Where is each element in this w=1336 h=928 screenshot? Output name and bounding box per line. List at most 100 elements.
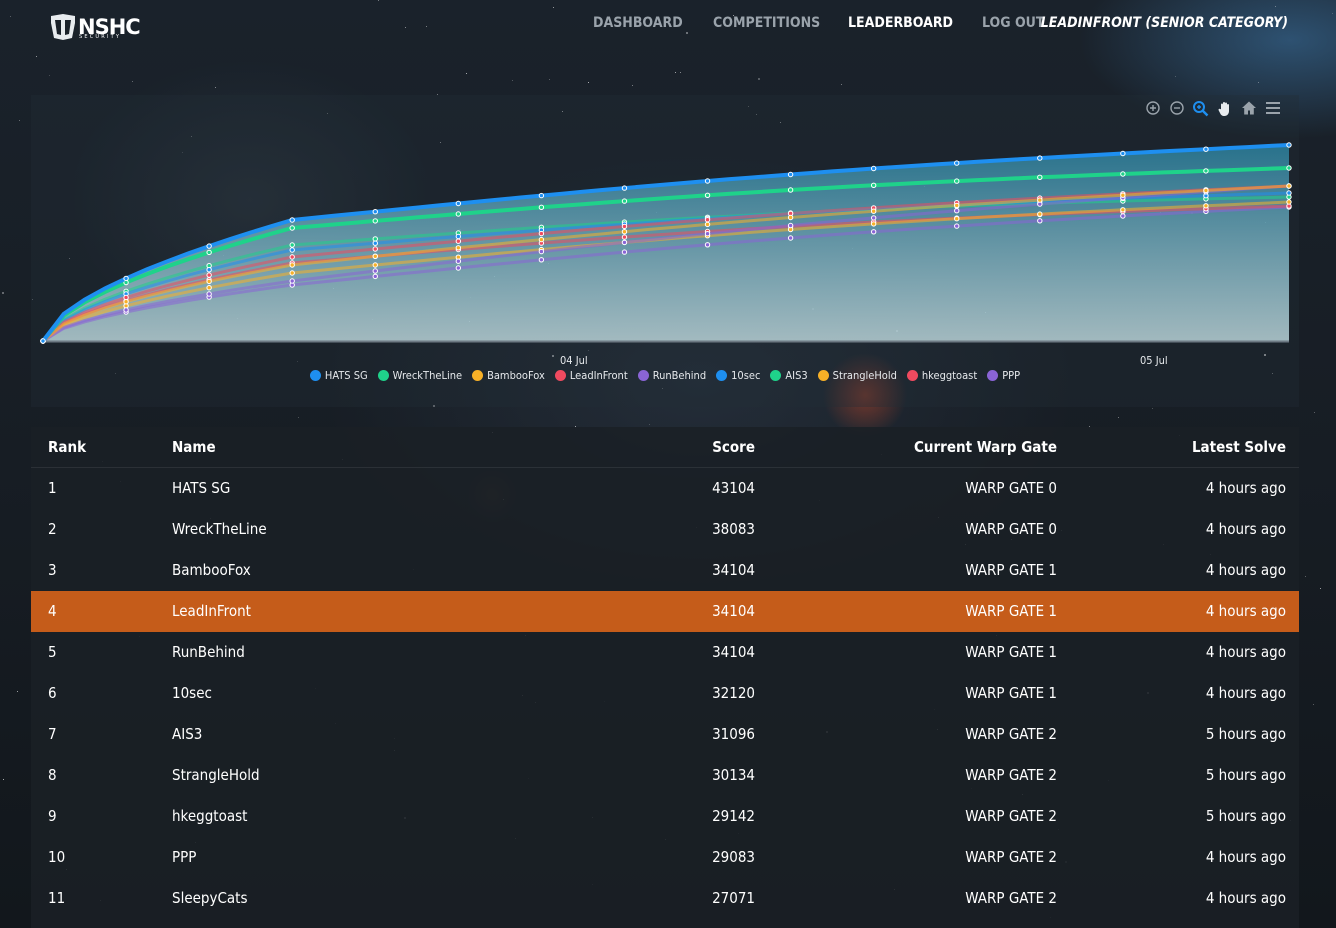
legend-item[interactable]: StrangleHold (817, 369, 897, 382)
team-name-cell[interactable]: 10sec (172, 684, 212, 702)
header-name[interactable]: Name (172, 438, 216, 456)
team-name-cell[interactable]: LeadInFront (172, 602, 251, 620)
legend-item[interactable]: hkeggtoast (906, 369, 977, 382)
series-point[interactable] (704, 178, 711, 184)
series-point[interactable] (206, 285, 212, 291)
header-score[interactable]: Score (712, 438, 755, 456)
series-point[interactable] (621, 223, 628, 230)
series-point[interactable] (372, 218, 378, 224)
series-point[interactable] (289, 278, 295, 284)
series-point[interactable] (455, 245, 462, 251)
series-point[interactable] (289, 270, 295, 276)
series-point[interactable] (954, 216, 960, 222)
team-name-cell[interactable]: WreckTheLine (172, 520, 267, 538)
series-point[interactable] (289, 225, 295, 231)
series-point[interactable] (954, 208, 960, 214)
team-name-cell[interactable]: HATS SG (172, 479, 230, 497)
series-point[interactable] (621, 239, 628, 246)
series-point[interactable] (787, 214, 794, 221)
series-point[interactable] (1203, 168, 1209, 174)
series-point[interactable] (538, 236, 545, 243)
series-point[interactable] (1120, 192, 1126, 198)
series-point[interactable] (1037, 155, 1043, 161)
series-point[interactable] (123, 307, 129, 313)
series-point[interactable] (704, 231, 711, 237)
series-point[interactable] (870, 229, 877, 235)
series-point[interactable] (372, 240, 378, 246)
series-point[interactable] (1037, 218, 1043, 224)
table-row[interactable]: 11 SleepyCats 27071 WARP GATE 2 4 hours ago (31, 878, 1299, 919)
nav-logout[interactable]: LOG OUT (982, 15, 1044, 31)
zoom-in-icon[interactable] (1142, 98, 1163, 118)
series-point[interactable] (372, 246, 378, 252)
series-point[interactable] (538, 204, 545, 211)
header-warp-gate[interactable]: Current Warp Gate (914, 438, 1057, 456)
series-point[interactable] (787, 222, 794, 229)
team-name-cell[interactable]: RunBehind (172, 643, 245, 661)
series-point[interactable] (206, 249, 212, 256)
series-point[interactable] (372, 262, 378, 268)
series-point[interactable] (621, 185, 628, 191)
series-point[interactable] (787, 187, 794, 193)
series-point[interactable] (870, 215, 877, 221)
series-point[interactable] (123, 299, 129, 305)
series-point[interactable] (455, 233, 462, 240)
series-point[interactable] (455, 238, 462, 244)
series-point[interactable] (123, 275, 129, 282)
table-row[interactable]: 8 StrangleHold 30134 WARP GATE 2 5 hours ago (31, 755, 1299, 796)
series-point[interactable] (289, 254, 295, 260)
series-point[interactable] (870, 221, 877, 227)
nav-dashboard[interactable]: DASHBOARD (593, 15, 683, 31)
series-point[interactable] (954, 160, 960, 166)
team-name-cell[interactable]: BambooFox (172, 561, 251, 579)
header-rank[interactable]: Rank (48, 438, 86, 456)
series-point[interactable] (954, 178, 960, 184)
series-point[interactable] (704, 242, 711, 248)
series-point[interactable] (1037, 174, 1043, 181)
legend-item[interactable]: WreckTheLine (377, 369, 462, 382)
team-name-cell[interactable]: PPP (172, 848, 196, 866)
reset-home-icon[interactable] (1238, 98, 1259, 118)
team-name-cell[interactable]: hkeggtoast (172, 807, 247, 825)
series-point[interactable] (538, 230, 545, 237)
series-point[interactable] (1286, 190, 1292, 196)
series-point[interactable] (621, 234, 628, 240)
legend-item[interactable]: 10sec (716, 369, 760, 382)
series-point[interactable] (704, 221, 711, 228)
series-point[interactable] (621, 249, 628, 255)
series-point[interactable] (289, 247, 295, 253)
series-point[interactable] (621, 229, 628, 235)
series-point[interactable] (455, 211, 462, 217)
series-point[interactable] (206, 243, 212, 249)
series-point[interactable] (538, 248, 545, 255)
table-row[interactable]: 6 10sec 32120 WARP GATE 1 4 hours ago (31, 673, 1299, 714)
legend-item[interactable]: PPP (987, 369, 1020, 382)
series-point[interactable] (1037, 197, 1043, 203)
table-row[interactable]: 3 BambooFox 34104 WARP GATE 1 4 hours ago (31, 550, 1299, 591)
series-point[interactable] (372, 253, 378, 260)
series-point[interactable] (289, 217, 295, 223)
series-point[interactable] (206, 278, 212, 285)
series-point[interactable] (206, 272, 212, 278)
series-point[interactable] (704, 192, 711, 199)
legend-item[interactable]: AIS3 (770, 369, 808, 382)
series-point[interactable] (954, 223, 960, 229)
series-point[interactable] (704, 217, 711, 223)
legend-item[interactable]: HATS SG (309, 369, 368, 382)
nav-user-profile[interactable]: LEADINFRONT (SENIOR CATEGORY) (1041, 15, 1288, 31)
header-latest-solve[interactable]: Latest Solve (1192, 438, 1286, 456)
series-point[interactable] (455, 265, 462, 271)
team-name-cell[interactable]: SleepyCats (172, 889, 248, 907)
zoom-out-icon[interactable] (1166, 98, 1187, 118)
nav-leaderboard[interactable]: LEADERBOARD (848, 15, 953, 31)
series-point[interactable] (289, 262, 295, 268)
series-point[interactable] (1120, 171, 1126, 177)
series-point[interactable] (870, 208, 877, 214)
series-point[interactable] (455, 258, 462, 264)
series-point[interactable] (787, 235, 794, 241)
series-point[interactable] (1203, 203, 1209, 209)
table-row[interactable]: 1 HATS SG 43104 WARP GATE 0 4 hours ago (31, 468, 1299, 509)
series-point[interactable] (870, 182, 877, 189)
series-point[interactable] (372, 268, 378, 274)
series-point[interactable] (1037, 211, 1043, 217)
